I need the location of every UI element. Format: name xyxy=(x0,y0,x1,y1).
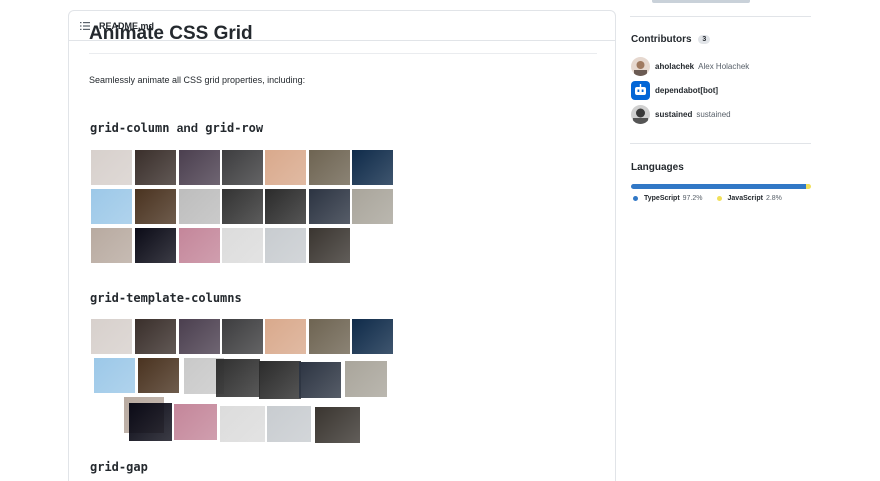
photo-tile xyxy=(91,150,132,185)
contributor-fullname: sustained xyxy=(696,110,731,119)
readme-intro: Seamlessly animate all CSS grid properti… xyxy=(89,75,306,85)
heading-and: and xyxy=(176,121,199,135)
photo-tile xyxy=(135,189,176,224)
photo-tile xyxy=(352,150,393,185)
language-javascript[interactable]: JavaScript 2.8% xyxy=(716,195,782,202)
contributor-login[interactable]: dependabot[bot] xyxy=(655,86,718,95)
contributors-count: 3 xyxy=(698,34,711,44)
photo-tile xyxy=(309,150,350,185)
photo-tile xyxy=(265,189,306,224)
readme-panel: README.md Animate CSS Grid Seamlessly an… xyxy=(68,10,616,481)
photo-tile xyxy=(299,362,341,398)
photo-tile xyxy=(135,319,176,354)
photo-tile xyxy=(265,150,306,185)
photo-tile xyxy=(352,319,393,354)
photo-tile xyxy=(91,228,132,263)
photo-tile xyxy=(345,361,387,397)
photo-tile xyxy=(352,189,393,224)
photo-tile xyxy=(179,319,220,354)
contributor-sustained[interactable]: sustained sustained xyxy=(631,105,731,124)
typescript-bar-segment xyxy=(631,184,806,189)
languages-bar xyxy=(631,184,811,189)
contributors-title-text: Contributors xyxy=(631,34,692,45)
photo-tile xyxy=(309,228,350,263)
photo-tile xyxy=(265,228,306,263)
photo-tile xyxy=(265,319,306,354)
photo-tile xyxy=(315,407,360,443)
code-grid-template-columns: grid-template-columns xyxy=(90,291,242,305)
photo-tile xyxy=(222,228,263,263)
photo-tile xyxy=(222,319,263,354)
language-typescript[interactable]: TypeScript 97.2% xyxy=(633,195,703,202)
robot-icon xyxy=(635,84,646,95)
photo-tile xyxy=(216,359,260,397)
photo-tile xyxy=(91,319,132,354)
languages-title: Languages xyxy=(631,162,684,173)
code-grid-row: grid-row xyxy=(205,121,264,135)
section-heading-grid-gap: grid-gap xyxy=(90,460,148,474)
code-grid-gap: grid-gap xyxy=(90,460,148,474)
photo-tile xyxy=(309,319,350,354)
photo-tile xyxy=(309,189,350,224)
code-grid-column: grid-column xyxy=(90,121,170,135)
photo-tile xyxy=(259,361,301,399)
photo-tile xyxy=(91,189,132,224)
contributor-login[interactable]: sustained xyxy=(655,110,692,119)
photo-tile xyxy=(267,406,311,442)
photo-tile xyxy=(94,358,135,393)
photo-tile xyxy=(179,189,220,224)
languages-legend: TypeScript 97.2% JavaScript 2.8% xyxy=(633,195,796,202)
photo-tile xyxy=(138,358,179,393)
photo-tile xyxy=(129,403,172,441)
photo-tile xyxy=(179,150,220,185)
avatar[interactable] xyxy=(631,57,650,76)
language-percent: 2.8% xyxy=(765,195,782,202)
contributor-fullname: Alex Holachek xyxy=(698,62,750,71)
avatar[interactable] xyxy=(631,105,650,124)
contributor-dependabot[interactable]: dependabot[bot] xyxy=(631,81,722,100)
dependabot-avatar[interactable] xyxy=(631,81,650,100)
photo-tile xyxy=(174,404,217,440)
section-heading-grid-column: grid-column and grid-row xyxy=(90,121,263,135)
photo-tile xyxy=(135,228,176,263)
contributors-title[interactable]: Contributors 3 xyxy=(631,34,711,45)
section-heading-grid-template-columns: grid-template-columns xyxy=(90,291,242,305)
photo-tile xyxy=(135,150,176,185)
contributor-aholachek[interactable]: aholachek Alex Holachek xyxy=(631,57,749,76)
photo-tile xyxy=(222,150,263,185)
language-percent: 97.2% xyxy=(682,195,703,202)
top-fragment xyxy=(652,0,750,3)
language-name: JavaScript xyxy=(727,195,763,202)
sidebar-divider xyxy=(630,143,811,144)
sidebar-divider xyxy=(630,16,811,17)
language-name: TypeScript xyxy=(644,195,680,202)
photo-tile xyxy=(222,189,263,224)
javascript-dot-icon xyxy=(716,196,722,201)
photo-tile xyxy=(220,406,265,442)
contributor-login[interactable]: aholachek xyxy=(655,62,694,71)
javascript-bar-segment xyxy=(805,184,811,189)
photo-tile xyxy=(179,228,220,263)
typescript-dot-icon xyxy=(633,196,638,201)
readme-title: Animate CSS Grid xyxy=(89,23,597,54)
